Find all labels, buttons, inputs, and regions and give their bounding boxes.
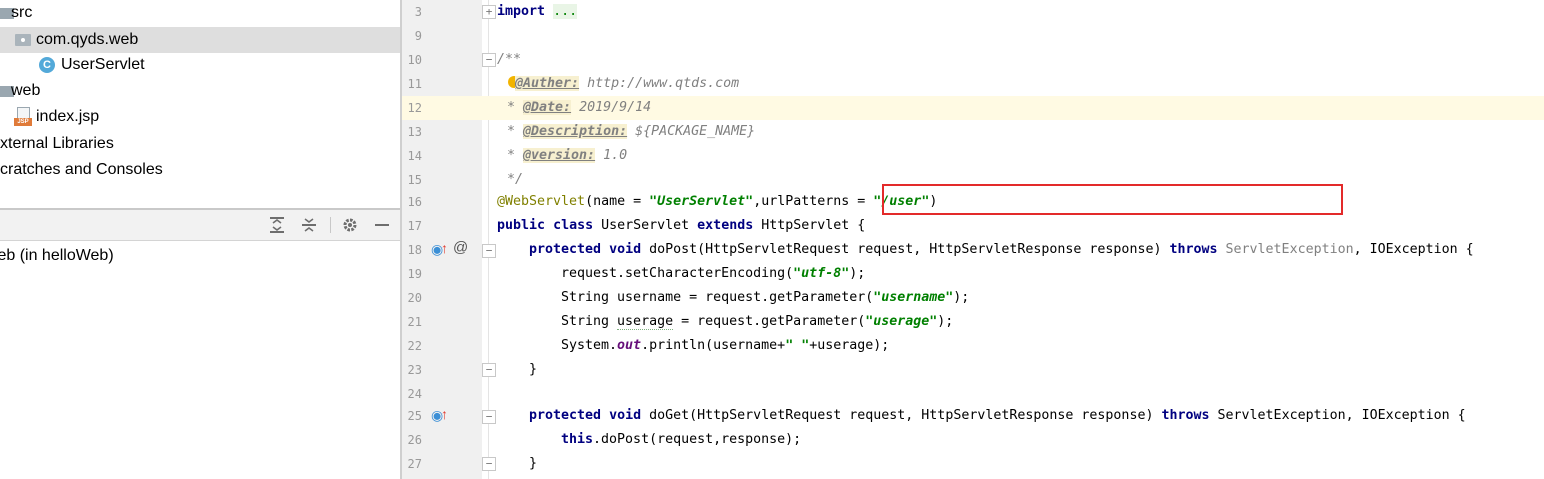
code-text: * @Description: ${PACKAGE_NAME} [507,124,756,139]
tree-item-label: xternal Libraries [0,135,114,152]
line-number: 14 [407,149,422,163]
line-number: 15 [407,173,422,187]
fold-end-icon[interactable]: − [482,457,496,471]
code-text: request.setCharacterEncoding("utf-8"); [561,266,866,281]
jsp-file-icon: JSP [14,107,32,127]
run-config-item[interactable]: /eb (in helloWeb) [0,243,121,269]
line-number: 22 [407,339,422,353]
tree-item-label: com.qyds.web [36,31,139,48]
code-text: protected void doPost(HttpServletRequest… [529,242,1474,257]
line-number: 10 [407,53,422,67]
code-text: /** [497,52,522,67]
arrow-up-icon[interactable]: ↑ [441,241,448,255]
line-number: 17 [407,219,422,233]
code-line: 25 ◉ ↑ − protected void doGet(HttpServle… [402,404,1544,428]
settings-icon[interactable] [341,216,359,234]
tree-item-label: UserServlet [61,56,145,73]
fold-end-icon[interactable]: − [482,363,496,377]
line-number: 27 [407,457,422,471]
code-text: @Auther: http://www.qtds.com [515,76,740,91]
code-line: 23 − } [402,358,1544,382]
arrow-up-icon[interactable]: ↑ [441,407,448,421]
line-number: 11 [407,77,422,91]
code-text: String userage = request.getParameter("u… [561,314,954,330]
class-icon: C [39,57,55,73]
code-text: * @Date: 2019/9/14 [507,100,652,115]
project-panel: src com.qyds.web C UserServlet web JSP i… [0,0,400,479]
tree-item-label: web [11,82,41,99]
tree-item-label: src [11,4,33,21]
code-line: 19 request.setCharacterEncoding("utf-8")… [402,262,1544,286]
annotation-highlight-box [882,184,1343,215]
line-number: 13 [407,125,422,139]
package-icon [15,34,31,46]
code-line: 20 String username = request.getParamete… [402,286,1544,310]
code-text: } [529,456,538,471]
code-editor[interactable]: 3 + import ... 9 10 − /** 11 @Auther: ht… [402,0,1544,479]
line-number: 25 [407,409,422,423]
code-line: 3 + import ... [402,0,1544,24]
project-tree: src com.qyds.web C UserServlet web JSP i… [0,0,400,208]
code-text: public class UserServlet extends HttpSer… [497,218,866,233]
line-number: 21 [407,315,422,329]
fold-collapse-icon[interactable]: − [482,244,496,258]
code-line: 10 − /** [402,48,1544,72]
code-line: 27 − } [402,452,1544,476]
expand-all-icon[interactable] [268,216,286,234]
tree-item-label: cratches and Consoles [0,161,163,178]
fold-collapse-icon[interactable]: − [482,410,496,424]
line-number: 12 [407,101,422,115]
code-text: this.doPost(request,response); [561,432,802,447]
line-number: 3 [414,5,422,19]
code-text: protected void doGet(HttpServletRequest … [529,408,1466,423]
code-text: * @version: 1.0 [507,148,628,163]
toolbar-separator [330,217,331,233]
tree-item-label: index.jsp [36,108,100,125]
line-number: 23 [407,363,422,377]
collapse-all-icon[interactable] [300,216,318,234]
code-line: 13 * @Description: ${PACKAGE_NAME} [402,120,1544,144]
code-line: 24 [402,382,1544,406]
code-line-current: 12 * @Date: 2019/9/14 [402,96,1544,120]
code-line: 26 this.doPost(request,response); [402,428,1544,452]
tree-item-web[interactable]: web [0,78,400,104]
minimize-icon[interactable] [373,216,391,234]
fold-collapse-icon[interactable]: − [482,53,496,67]
code-text: @WebServlet(name = "UserServlet",urlPatt… [497,194,938,209]
code-line: 11 @Auther: http://www.qtds.com [402,72,1544,96]
line-number: 9 [414,29,422,43]
line-number: 19 [407,267,422,281]
tree-item-scratches[interactable]: cratches and Consoles [0,157,400,183]
code-text: */ [507,172,524,187]
tree-item-src[interactable]: src [0,0,400,26]
line-number: 16 [407,195,422,209]
tree-item-userservlet[interactable]: C UserServlet [0,52,400,78]
line-number: 20 [407,291,422,305]
fold-expand-icon[interactable]: + [482,5,496,19]
line-number: 24 [407,387,422,401]
line-number: 26 [407,433,422,447]
tree-item-index-jsp[interactable]: JSP index.jsp [0,104,400,130]
code-line: 21 String userage = request.getParameter… [402,310,1544,334]
code-line: 17 public class UserServlet extends Http… [402,214,1544,238]
code-text: import ... [497,4,578,19]
collapsed-imports[interactable]: ... [553,4,578,19]
tree-item-external-libraries[interactable]: xternal Libraries [0,131,400,157]
code-line: 18 ◉ ↑ @ − protected void doPost(HttpSer… [402,238,1544,262]
annotation-at-icon[interactable]: @ [453,240,468,255]
code-text: } [529,362,538,377]
tree-item-package[interactable]: com.qyds.web [0,27,400,53]
code-text: String username = request.getParameter("… [561,290,970,305]
code-line: 9 [402,24,1544,48]
run-config-label: /eb (in helloWeb) [0,247,114,264]
run-panel-toolbar [0,210,400,241]
line-number: 18 [407,243,422,257]
code-text: System.out.println(username+" "+userage)… [561,338,890,353]
code-line: 22 System.out.println(username+" "+usera… [402,334,1544,358]
code-line: 14 * @version: 1.0 [402,144,1544,168]
